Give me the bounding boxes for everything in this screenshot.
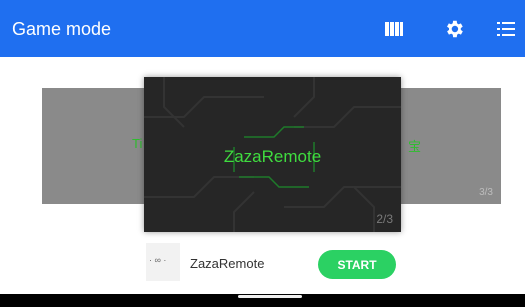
next-card-page-indicator: 3/3: [479, 187, 493, 198]
app-thumbnail-glyph: · ∞ ·: [149, 255, 167, 265]
grid-view-icon[interactable]: [378, 13, 410, 45]
menu-list-icon[interactable]: [490, 13, 522, 45]
current-game-title: ZazaRemote: [223, 147, 322, 166]
selected-app-name: ZazaRemote: [190, 256, 265, 271]
home-gesture-handle[interactable]: [238, 295, 302, 298]
app-bar: Game mode: [0, 0, 525, 57]
game-card-next[interactable]: 宝 3/3: [394, 88, 501, 204]
game-card-current[interactable]: ZazaRemote 2/3: [144, 77, 401, 232]
settings-gear-icon[interactable]: [438, 13, 470, 45]
game-card-previous[interactable]: Ti: [42, 88, 154, 204]
next-card-title: 宝: [408, 139, 422, 154]
system-navigation-bar: [0, 294, 525, 307]
selected-app-row: · ∞ · ZazaRemote START: [0, 240, 525, 281]
start-button[interactable]: START: [318, 250, 396, 279]
current-card-page-indicator: 2/3: [376, 212, 393, 226]
app-thumbnail: · ∞ ·: [146, 243, 180, 281]
game-carousel[interactable]: Ti 宝 3/3 ZazaRemote 2/3: [0, 57, 525, 237]
app-bar-title: Game mode: [12, 19, 112, 39]
previous-card-title: Ti: [132, 136, 143, 151]
